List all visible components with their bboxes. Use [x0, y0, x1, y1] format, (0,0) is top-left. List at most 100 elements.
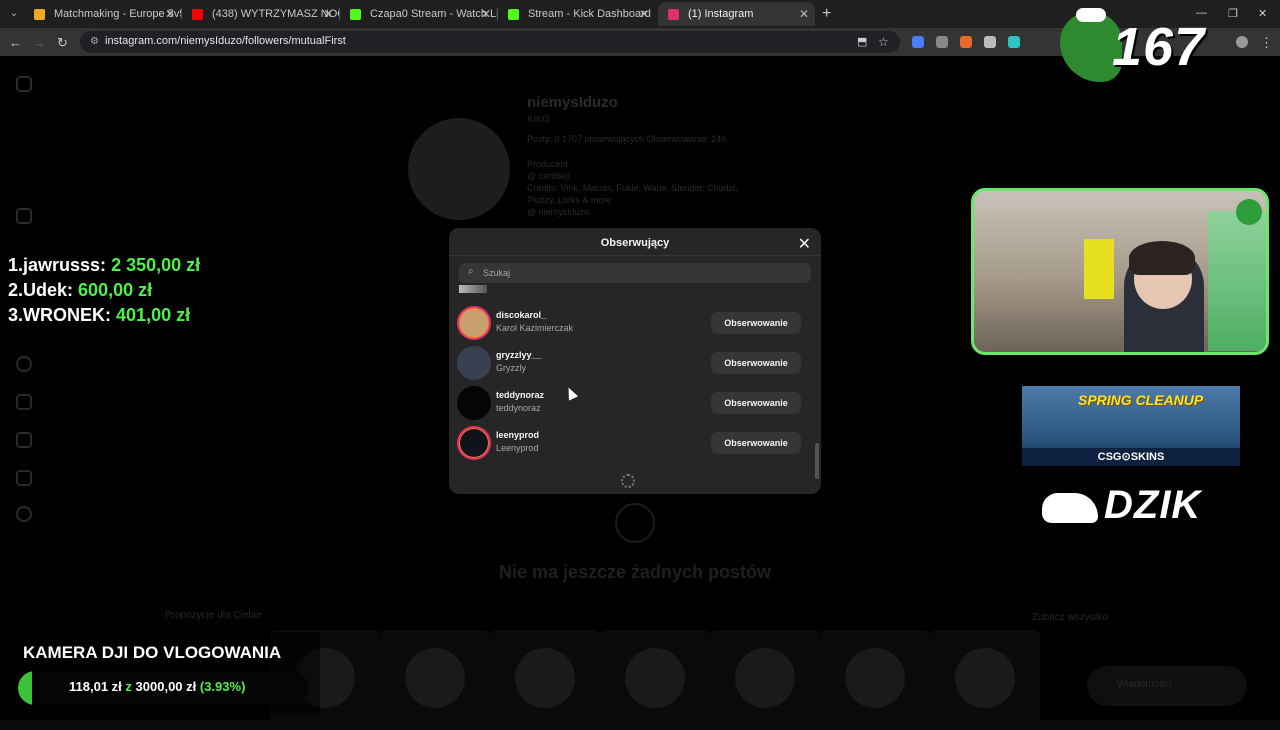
scrollbar-thumb[interactable] — [815, 443, 819, 479]
search-input[interactable] — [483, 265, 803, 281]
follower-row[interactable]: leenyprod Leenyprod Obserwowanie — [449, 424, 813, 464]
partial-avatar — [459, 285, 487, 293]
tab-label: (1) Instagram — [688, 8, 754, 20]
background-figure — [1084, 239, 1114, 299]
follower-username[interactable]: teddynoraz — [496, 390, 544, 400]
tab-instagram[interactable]: (1) Instagram ✕ — [658, 2, 815, 26]
close-window-icon[interactable]: ✕ — [1258, 7, 1267, 20]
leaderboard-row: 3.WRONEK: 401,00 zł — [8, 303, 200, 328]
forward-icon[interactable]: → — [33, 35, 46, 50]
loading-spinner-icon — [621, 474, 635, 488]
youtube-favicon-icon — [192, 9, 203, 20]
sponsor-banner-dzik: DZIK — [1022, 468, 1242, 546]
extension-icon[interactable] — [912, 36, 924, 48]
donation-amount: 2 350,00 zł — [111, 255, 201, 275]
address-bar[interactable]: ⚙ instagram.com/niemysIduzo/followers/mu… — [80, 31, 900, 53]
profile-subname: IUKI3 — [527, 114, 550, 124]
follower-full-name: Karol Kazimierczak — [496, 323, 574, 333]
follower-row[interactable]: teddynoraz teddynoraz Obserwowanie — [449, 384, 813, 424]
kick-favicon-icon — [350, 9, 361, 20]
follower-row[interactable]: gryzzlyy__ Gryzzly Obserwowanie — [449, 344, 813, 384]
profile-bio: Producent @ certified Credits: Vink, Mac… — [527, 159, 738, 217]
following-button[interactable]: Obserwowanie — [711, 392, 801, 414]
suggestion-card[interactable] — [710, 630, 820, 730]
new-tab-icon[interactable]: + — [822, 5, 831, 23]
follower-full-name: Leenyprod — [496, 443, 539, 453]
following-button[interactable]: Obserwowanie — [711, 312, 801, 334]
goal-percent: (3.93%) — [199, 679, 246, 694]
suggestion-card[interactable] — [490, 630, 600, 730]
donor-name: Udek: — [23, 280, 74, 300]
close-icon[interactable]: ✕ — [798, 234, 811, 254]
alien-logo-icon — [1236, 199, 1262, 225]
sponsor-brand: DZIK — [1104, 483, 1202, 527]
browser-menu-icon[interactable]: ⋮ — [1260, 35, 1273, 51]
extension-icon[interactable] — [936, 36, 948, 48]
follower-row[interactable]: discokarol_ Karol Kazimierczak Obserwowa… — [449, 304, 813, 344]
leaderboard-row: 1.jawrusss: 2 350,00 zł — [8, 253, 200, 278]
profile-nav-icon[interactable] — [16, 506, 32, 522]
reload-icon[interactable]: ↻ — [57, 35, 68, 51]
goal-progress-fill — [18, 671, 32, 705]
install-app-icon[interactable]: ⬒ — [857, 35, 867, 48]
rank: 1. — [8, 255, 24, 275]
hat-icon — [1076, 8, 1106, 22]
follower-username[interactable]: leenyprod — [496, 430, 539, 440]
sponsor-banner-csgoskins: SPRING CLEANUP CSG⊙SKINS — [1022, 386, 1240, 466]
tab-kick-dashboard[interactable]: Stream - Kick Dashboard ✕ — [498, 2, 655, 26]
following-button[interactable]: Obserwowanie — [711, 432, 801, 454]
dashboard-icon[interactable] — [16, 470, 32, 486]
donation-amount: 401,00 zł — [116, 305, 191, 325]
rank: 3. — [8, 305, 24, 325]
close-tab-icon[interactable]: ✕ — [799, 2, 809, 26]
following-button[interactable]: Obserwowanie — [711, 352, 801, 374]
modal-title: Obserwujący — [600, 237, 670, 249]
goal-separator: z — [125, 679, 132, 694]
create-icon[interactable] — [16, 432, 32, 448]
search-field[interactable]: ⌕ — [459, 263, 811, 283]
sponsor-brand: CSG⊙SKINS — [1022, 448, 1240, 466]
close-tab-icon[interactable]: ✕ — [481, 2, 491, 26]
profile-stats: Posty: 0 1707 obserwujących Obserwowanie… — [527, 134, 727, 144]
avatar[interactable] — [457, 386, 491, 420]
faceit-favicon-icon — [34, 9, 45, 20]
tab-label: Stream - Kick Dashboard — [528, 8, 651, 20]
suggestion-card[interactable] — [820, 630, 930, 730]
avatar[interactable] — [457, 426, 491, 460]
close-tab-icon[interactable]: ✕ — [323, 2, 333, 26]
follower-username[interactable]: gryzzlyy__ — [496, 350, 542, 360]
instagram-logo-icon[interactable] — [16, 76, 32, 92]
heart-icon[interactable] — [16, 394, 32, 410]
suggestion-card[interactable] — [600, 630, 710, 730]
site-info-icon[interactable]: ⚙ — [90, 36, 99, 47]
tab-label: Czapa0 Stream - Watch Live on — [370, 8, 497, 20]
leaderboard-row: 2.Udek: 600,00 zł — [8, 278, 200, 303]
back-icon[interactable]: ← — [9, 35, 22, 50]
suggestion-card[interactable] — [930, 630, 1040, 730]
avatar[interactable] — [457, 346, 491, 380]
tab-kick-stream[interactable]: Czapa0 Stream - Watch Live on ✕ — [340, 2, 497, 26]
close-tab-icon[interactable]: ✕ — [639, 2, 649, 26]
home-icon[interactable] — [16, 208, 32, 224]
messages-button[interactable]: Wiadomości — [1087, 666, 1247, 706]
tab-matchmaking[interactable]: Matchmaking - Europe 5v5 Qu ✕ — [24, 2, 181, 26]
viewer-counter-overlay: 167 — [1046, 8, 1246, 84]
goal-current: 118,01 zł — [69, 679, 122, 694]
tab-search-icon[interactable]: ⌄ — [6, 6, 22, 22]
extension-icon[interactable] — [984, 36, 996, 48]
explore-icon[interactable] — [16, 356, 32, 372]
follower-username[interactable]: discokarol_ — [496, 310, 546, 320]
extension-icon[interactable] — [1008, 36, 1020, 48]
profile-picture[interactable] — [408, 118, 510, 220]
see-all-link[interactable]: Zobacz wszystko — [1032, 612, 1108, 623]
instagram-favicon-icon — [668, 9, 679, 20]
suggestion-card[interactable] — [380, 630, 490, 730]
goal-progress-text: 118,01 zł z 3000,00 zł (3.93%) — [69, 679, 245, 694]
bookmark-star-icon[interactable]: ☆ — [878, 35, 889, 49]
followers-modal: Obserwujący ✕ ⌕ discokarol_ Karol Kazimi… — [449, 228, 821, 494]
avatar[interactable] — [457, 306, 491, 340]
tab-youtube[interactable]: (438) WYTRZYMASZ NOC W TY ✕ — [182, 2, 339, 26]
background-shelf — [1208, 211, 1266, 351]
close-tab-icon[interactable]: ✕ — [165, 2, 175, 26]
extension-icon[interactable] — [960, 36, 972, 48]
